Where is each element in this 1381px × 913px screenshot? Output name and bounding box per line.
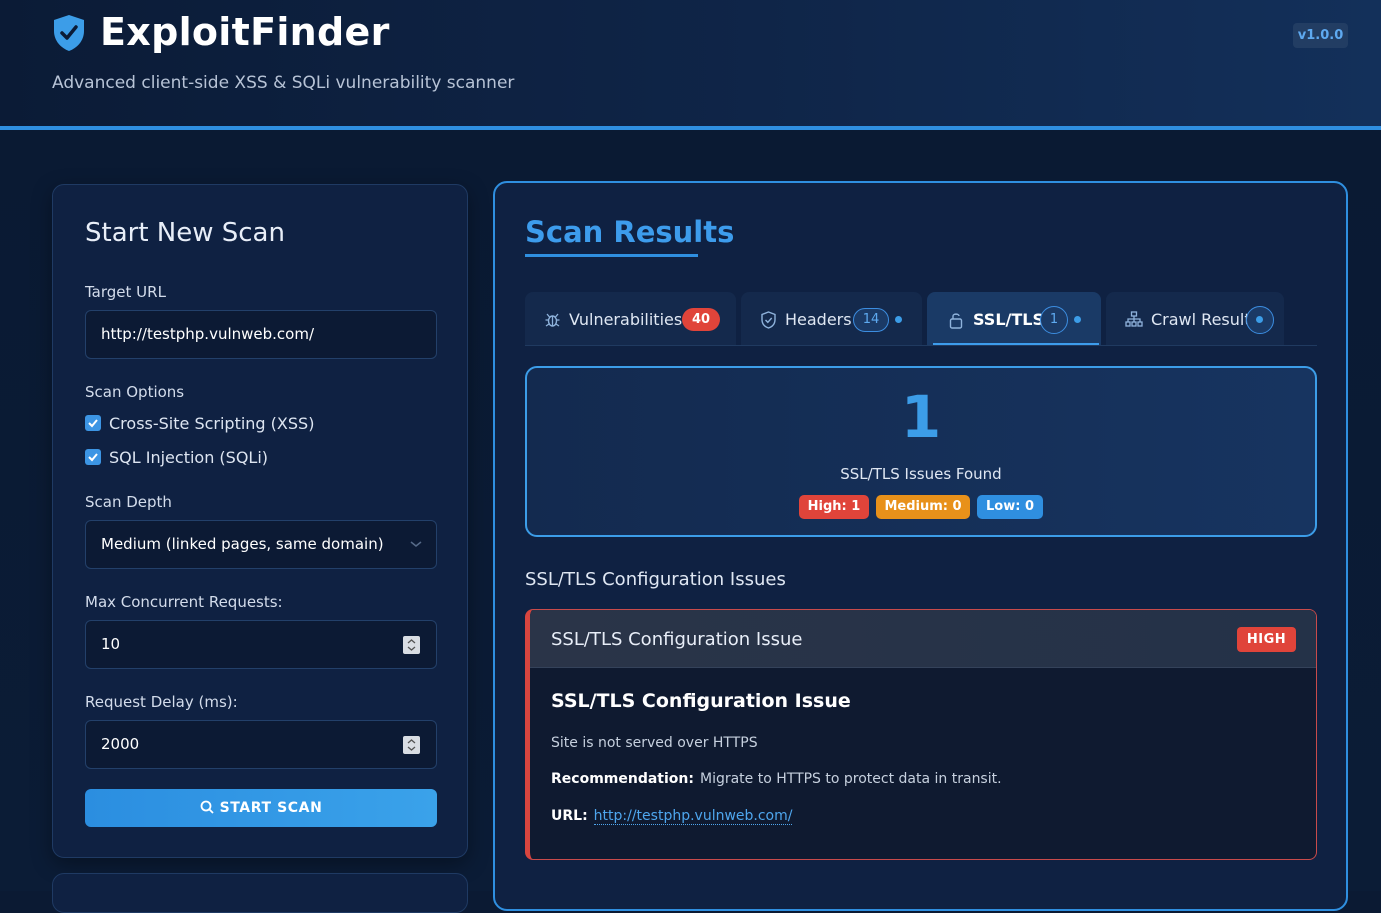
xss-option-label: Cross-Site Scripting (XSS) — [109, 414, 315, 433]
sqli-checkbox[interactable] — [85, 449, 101, 465]
xss-checkbox[interactable] — [85, 415, 101, 431]
ssl-issue-count: 1 — [900, 383, 942, 451]
tab-ssl-tls-label: SSL/TLS — [973, 310, 1044, 329]
issue-header-title: SSL/TLS Configuration Issue — [551, 629, 803, 650]
start-scan-label: START SCAN — [219, 800, 323, 816]
target-url-label: Target URL — [85, 283, 166, 301]
chevron-down-icon — [410, 541, 422, 547]
tab-crawl-results-label: Crawl Results — [1151, 310, 1259, 329]
start-scan-button[interactable]: START SCAN — [85, 789, 437, 827]
scan-form-title: Start New Scan — [85, 218, 285, 248]
lock-icon — [949, 313, 963, 329]
url-label: URL: — [551, 808, 588, 824]
request-delay-input[interactable]: 2000 — [85, 720, 437, 769]
max-concurrent-input[interactable]: 10 — [85, 620, 437, 669]
secondary-panel — [52, 873, 468, 913]
ssl-status-dot — [1074, 316, 1081, 323]
max-concurrent-label: Max Concurrent Requests: — [85, 593, 283, 611]
tab-vulnerabilities[interactable]: Vulnerabilities 40 — [525, 292, 736, 346]
tab-ssl-tls[interactable]: SSL/TLS 1 — [927, 292, 1101, 346]
tab-vulnerabilities-label: Vulnerabilities — [569, 310, 683, 329]
sitemap-icon — [1125, 311, 1143, 327]
target-url-input[interactable]: http://testphp.vulnweb.com/ — [85, 310, 437, 359]
issue-description: Site is not served over HTTPS — [551, 735, 758, 751]
app-header: ExploitFinder Advanced client-side XSS &… — [0, 0, 1381, 127]
scan-depth-value: Medium (linked pages, same domain) — [101, 535, 384, 553]
number-spinner-icon[interactable] — [403, 736, 420, 754]
issue-recommendation: Recommendation: Migrate to HTTPS to prote… — [551, 771, 1002, 787]
max-concurrent-value: 10 — [101, 635, 121, 653]
results-title: Scan Results — [525, 215, 735, 249]
vulnerabilities-count-badge: 40 — [682, 308, 721, 331]
shield-icon — [761, 311, 776, 329]
section-title: SSL/TLS Configuration Issues — [525, 569, 786, 590]
search-icon — [200, 800, 214, 814]
request-delay-value: 2000 — [101, 735, 140, 753]
recommendation-text: Migrate to HTTPS to protect data in tran… — [699, 771, 1002, 787]
recommendation-label: Recommendation: — [551, 771, 694, 787]
xss-option[interactable]: Cross-Site Scripting (XSS) — [85, 414, 314, 433]
issue-title: SSL/TLS Configuration Issue — [551, 690, 851, 712]
results-panel: Scan Results Vulnerabilities 40 Headers … — [493, 181, 1348, 911]
crawl-status-dot — [1256, 316, 1263, 323]
issue-url-link[interactable]: http://testphp.vulnweb.com/ — [593, 808, 793, 825]
ssl-summary-card: 1 SSL/TLS Issues Found High: 1 Medium: 0… — [525, 366, 1317, 537]
tabs-divider — [525, 345, 1317, 346]
number-spinner-icon[interactable] — [403, 636, 420, 654]
bug-icon — [545, 313, 560, 327]
scan-depth-select[interactable]: Medium (linked pages, same domain) — [85, 520, 437, 569]
app-title: ExploitFinder — [100, 10, 390, 54]
medium-count-badge: Medium: 0 — [876, 495, 970, 519]
scan-options-label: Scan Options — [85, 383, 185, 401]
request-delay-label: Request Delay (ms): — [85, 693, 238, 711]
high-count-badge: High: 1 — [799, 495, 869, 519]
low-count-badge: Low: 0 — [977, 495, 1043, 519]
issue-url-row: URL: http://testphp.vulnweb.com/ — [551, 808, 793, 825]
app-subtitle: Advanced client-side XSS & SQLi vulnerab… — [52, 73, 515, 93]
issue-card[interactable]: SSL/TLS Configuration Issue HIGH SSL/TLS… — [525, 609, 1317, 860]
tab-crawl-results[interactable]: Crawl Results — [1106, 292, 1284, 346]
headers-count-badge: 14 — [853, 308, 889, 332]
scan-depth-label: Scan Depth — [85, 493, 172, 511]
headers-status-dot — [895, 316, 902, 323]
sqli-option-label: SQL Injection (SQLi) — [109, 448, 269, 467]
shield-check-logo-icon — [54, 15, 84, 51]
ssl-issue-count-label: SSL/TLS Issues Found — [840, 465, 1002, 483]
issue-card-header[interactable]: SSL/TLS Configuration Issue HIGH — [530, 610, 1316, 668]
sqli-option[interactable]: SQL Injection (SQLi) — [85, 448, 268, 467]
tab-headers-label: Headers — [785, 310, 852, 329]
scan-form-panel: Start New Scan Target URL http://testphp… — [52, 184, 468, 858]
tab-headers[interactable]: Headers 14 — [741, 292, 922, 346]
ssl-count-badge: 1 — [1040, 306, 1068, 334]
version-badge: v1.0.0 — [1293, 23, 1348, 48]
results-title-underline — [525, 254, 698, 257]
severity-badge: HIGH — [1237, 627, 1296, 652]
